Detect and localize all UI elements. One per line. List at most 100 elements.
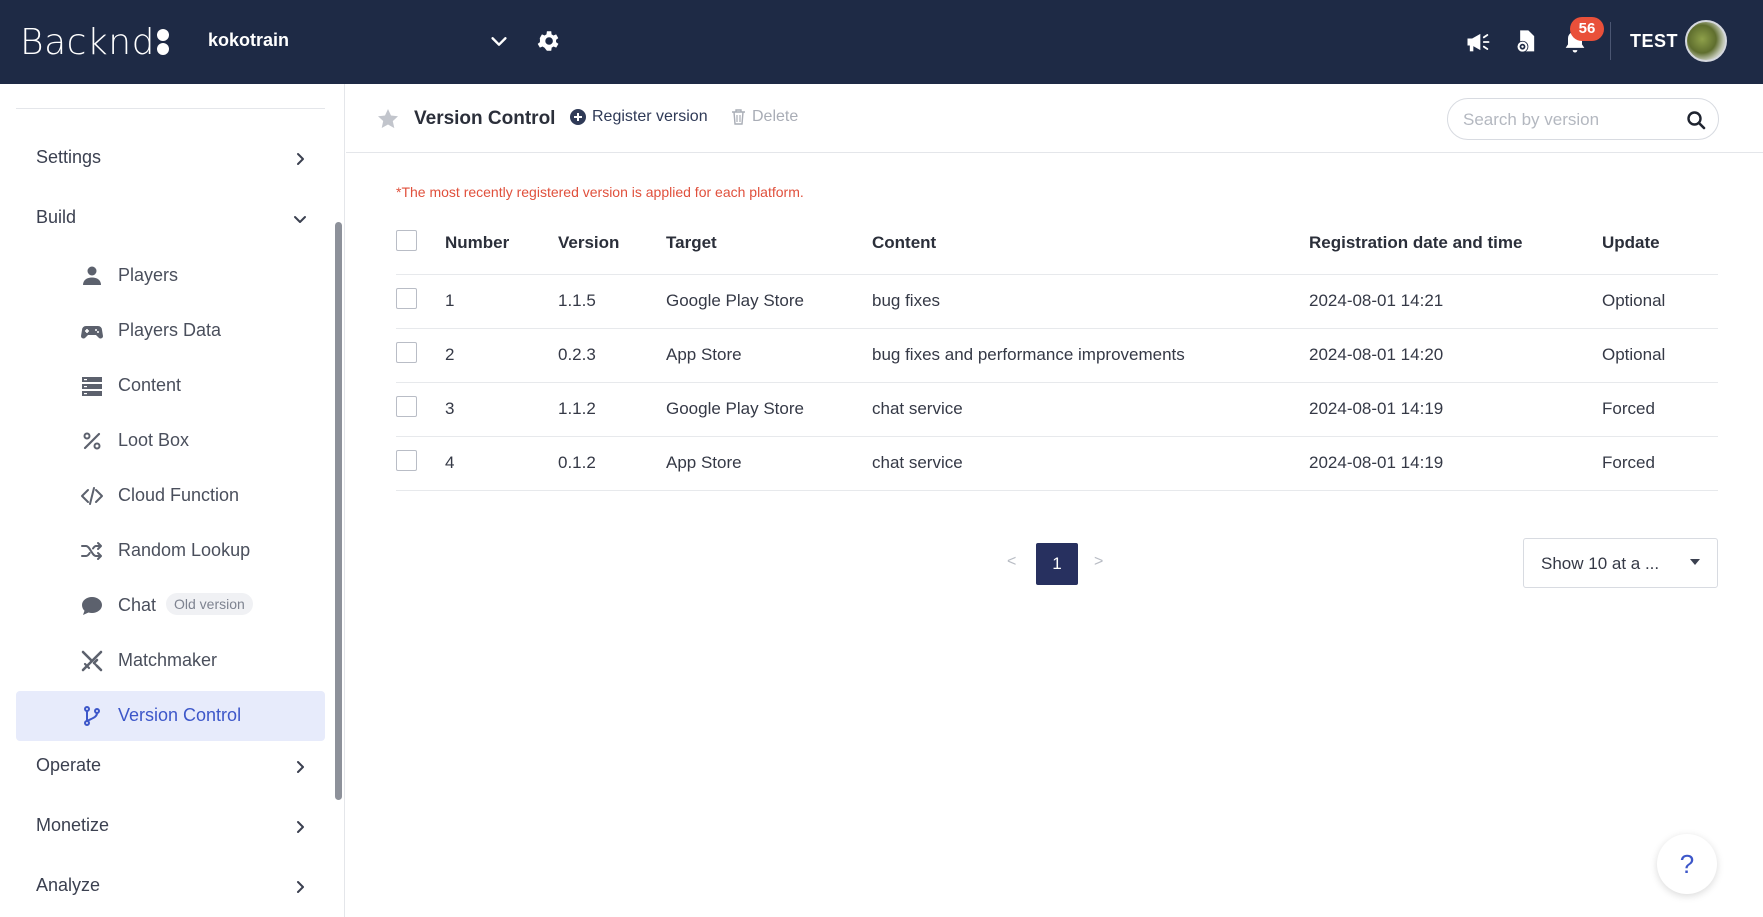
sidebar-item-matchmaker[interactable]: Matchmaker [16,636,325,686]
cell-version: 0.2.3 [558,345,596,364]
sidebar-item-cloud-function[interactable]: Cloud Function [16,471,325,521]
search-box [1447,98,1719,140]
table-row[interactable]: 1 1.1.5 Google Play Store bug fixes 2024… [396,275,1718,329]
cell-content: bug fixes and performance improvements [872,345,1185,364]
pagination-prev-button[interactable]: < [1007,553,1016,571]
avatar[interactable] [1685,20,1727,62]
cell-number: 3 [445,399,455,418]
sidebar-scrollbar[interactable] [335,222,342,800]
cell-update: Forced [1602,399,1655,418]
crossed-swords-icon [81,650,103,672]
select-all-checkbox[interactable] [396,230,417,251]
sidebar-item-loot-box[interactable]: Loot Box [16,416,325,466]
header-content[interactable]: Content [872,233,936,253]
header-registration-date[interactable]: Registration date and time [1309,233,1522,253]
pagination-page-button[interactable]: 1 [1036,543,1078,585]
sidebar-item-players-data[interactable]: Players Data [16,306,325,356]
row-checkbox[interactable] [396,342,417,363]
sidebar-section-operate[interactable]: Operate [36,755,101,776]
trash-icon [732,109,745,125]
page-toolbar: Version Control Register version Delete [346,84,1763,153]
header-target[interactable]: Target [666,233,717,253]
cell-target: Google Play Store [666,399,804,418]
help-button[interactable]: ? [1657,834,1717,894]
project-name[interactable]: kokotrain [208,30,289,51]
page-size-value: Show 10 at a ... [1541,554,1660,573]
page-size-select[interactable]: Show 10 at a ... [1523,538,1718,588]
cell-registration-date: 2024-08-01 14:19 [1309,399,1444,418]
sidebar-item-content[interactable]: Content [16,361,325,411]
row-checkbox[interactable] [396,288,417,309]
sidebar-item-label: Cloud Function [118,485,240,505]
row-checkbox[interactable] [396,450,417,471]
sidebar-item-label: Loot Box [118,430,190,450]
cell-target: App Store [666,453,742,472]
chevron-right-icon[interactable] [292,879,308,895]
chevron-right-icon[interactable] [292,151,308,167]
backnd-logo[interactable]: Backnd [20,20,169,64]
logo-text: Backnd [20,21,155,63]
sidebar-section-monetize[interactable]: Monetize [36,815,109,836]
sidebar-item-random-lookup[interactable]: Random Lookup [16,526,325,576]
sidebar-item-label: Random Lookup [118,540,251,560]
header-version[interactable]: Version [558,233,619,253]
sidebar-section-settings[interactable]: Settings [36,147,101,168]
row-checkbox[interactable] [396,396,417,417]
sidebar-item-chat[interactable]: Chat Old version [16,581,325,631]
pagination-next-button[interactable]: > [1094,553,1103,571]
chevron-right-icon[interactable] [292,759,308,775]
search-input[interactable] [1463,109,1673,131]
chat-bubble-icon [82,597,102,615]
sidebar-section-analyze[interactable]: Analyze [36,875,100,896]
cell-number: 1 [445,291,455,310]
chevron-right-icon[interactable] [292,819,308,835]
caret-down-icon [1690,559,1700,565]
gear-icon[interactable] [535,28,561,54]
chevron-down-icon[interactable] [488,30,510,52]
sidebar: Settings Build Players Players Data Cont… [0,84,345,917]
percent-icon [83,432,101,450]
cell-content: chat service [872,399,963,418]
top-bar: Backnd kokotrain 56 TEST [0,0,1763,84]
document-settings-icon[interactable] [1512,28,1540,56]
cell-registration-date: 2024-08-01 14:19 [1309,453,1444,472]
cell-target: Google Play Store [666,291,804,310]
topbar-divider [1610,22,1611,60]
user-icon [83,266,101,285]
code-icon [81,487,103,505]
sidebar-item-label: Players Data [118,320,222,340]
delete-label: Delete [752,108,799,125]
star-icon[interactable] [376,107,400,131]
version-notice: *The most recently registered version is… [396,184,804,200]
table-row[interactable]: 2 0.2.3 App Store bug fixes and performa… [396,329,1718,383]
sidebar-section-build[interactable]: Build [36,207,76,228]
gamepad-icon [81,326,103,339]
chevron-down-icon[interactable] [292,211,308,227]
delete-button[interactable]: Delete [731,108,798,126]
cell-update: Optional [1602,291,1666,310]
cell-update: Optional [1602,345,1666,364]
register-version-button[interactable]: Register version [570,108,708,126]
page-title: Version Control [414,108,556,129]
server-icon [82,377,102,396]
search-icon[interactable] [1686,110,1706,130]
sidebar-divider [16,108,325,109]
cell-version: 1.1.2 [558,399,596,418]
register-version-label: Register version [592,108,708,125]
cell-registration-date: 2024-08-01 14:20 [1309,345,1444,364]
cell-content: chat service [872,453,963,472]
user-name[interactable]: TEST [1630,31,1678,52]
cell-version: 1.1.5 [558,291,596,310]
sidebar-item-label: Matchmaker [118,650,218,670]
megaphone-icon[interactable] [1464,28,1492,56]
header-number[interactable]: Number [445,233,509,253]
branch-icon [84,706,100,726]
table-row[interactable]: 3 1.1.2 Google Play Store chat service 2… [396,383,1718,437]
table-row[interactable]: 4 0.1.2 App Store chat service 2024-08-0… [396,437,1718,491]
header-update[interactable]: Update [1602,233,1660,253]
sidebar-item-players[interactable]: Players [16,251,325,301]
cell-version: 0.1.2 [558,453,596,472]
cell-number: 2 [445,345,455,364]
shuffle-icon [81,542,102,560]
sidebar-item-version-control[interactable]: Version Control [16,691,325,741]
